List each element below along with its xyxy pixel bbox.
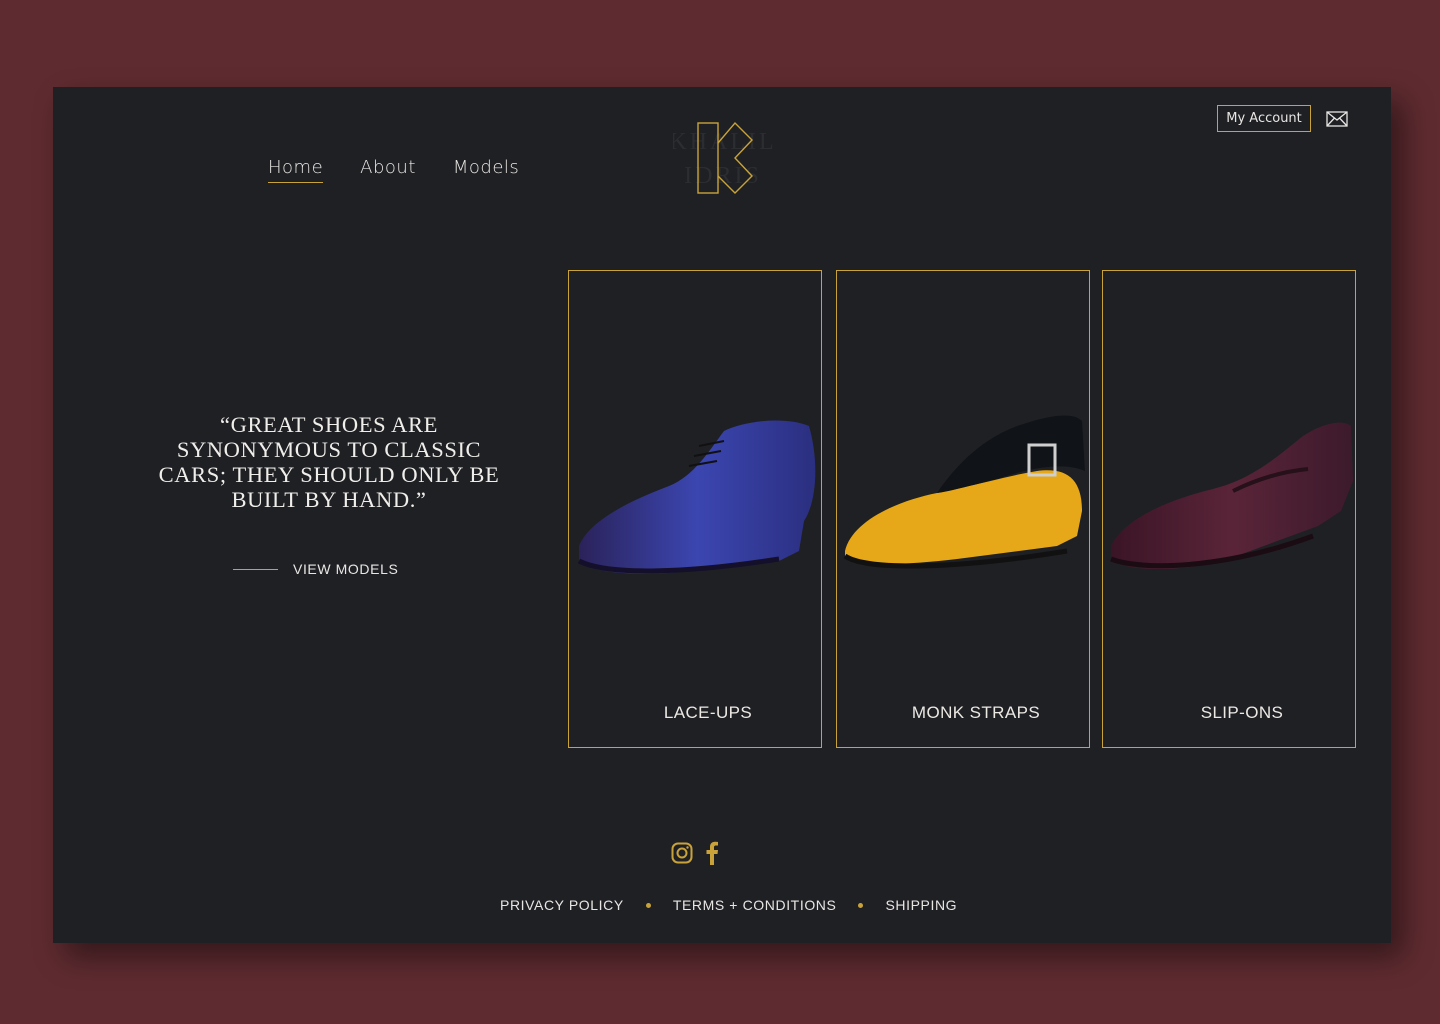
instagram-icon[interactable]	[671, 842, 693, 864]
monk-strap-shoe-image	[843, 415, 1085, 569]
category-label-lace-ups: LACE-UPS	[663, 703, 753, 722]
view-models-label: VIEW MODELS	[293, 561, 399, 577]
shipping-link[interactable]: SHIPPING	[885, 897, 957, 913]
footer-separator	[858, 902, 864, 908]
category-card-monk-straps[interactable]: MONK STRAPS	[836, 270, 1090, 748]
social-links	[671, 841, 719, 865]
category-card-lace-ups[interactable]: LACE-UPS	[568, 270, 822, 748]
logo-text-line1: KHALIL	[673, 129, 773, 155]
nav-about[interactable]: About	[360, 157, 416, 183]
terms-conditions-link[interactable]: TERMS + CONDITIONS	[673, 897, 837, 913]
nav-models[interactable]: Models	[453, 157, 519, 183]
category-label-slip-ons: SLIP-ONS	[1200, 703, 1284, 722]
mail-icon[interactable]	[1326, 110, 1348, 128]
cta-line	[233, 568, 278, 570]
slip-on-shoe-image	[1110, 422, 1353, 570]
privacy-policy-link[interactable]: PRIVACY POLICY	[500, 897, 624, 913]
main-nav: Home About Models	[268, 157, 519, 183]
my-account-button[interactable]: My Account	[1217, 105, 1311, 132]
site-frame: Home About Models KHALIL IDRIS My Accoun…	[53, 87, 1391, 943]
view-models-link[interactable]: VIEW MODELS	[233, 561, 398, 577]
hero-quote: “GREAT SHOES ARE SYNONYMOUS TO CLASSIC C…	[158, 412, 500, 512]
footer-separator	[645, 902, 651, 908]
footer-links: PRIVACY POLICY TERMS + CONDITIONS SHIPPI…	[500, 897, 957, 913]
brand-logo[interactable]: KHALIL IDRIS	[673, 119, 773, 199]
nav-home[interactable]: Home	[268, 157, 324, 183]
category-card-slip-ons[interactable]: SLIP-ONS	[1102, 270, 1356, 748]
category-label-monk-straps: MONK STRAPS	[911, 703, 1041, 722]
lace-up-shoe-image	[577, 420, 816, 574]
facebook-icon[interactable]	[705, 841, 719, 865]
logo-text-line2: IDRIS	[684, 163, 762, 189]
